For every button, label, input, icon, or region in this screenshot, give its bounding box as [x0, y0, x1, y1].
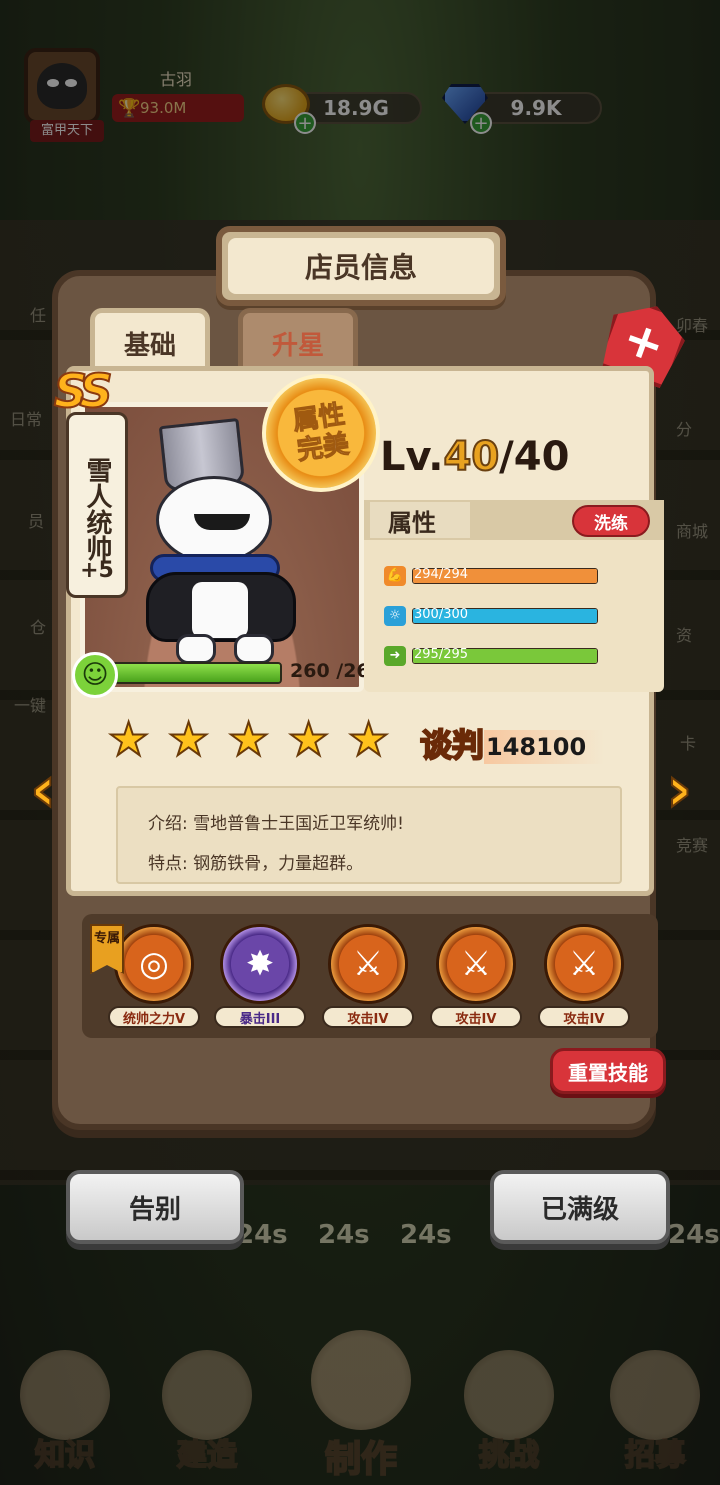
star-icon: ★	[227, 712, 270, 766]
skill-slot[interactable]: ⚔ 攻击IV	[322, 924, 414, 1028]
crossed-swords-icon	[464, 1350, 554, 1440]
level-prefix: Lv.	[380, 434, 444, 480]
star-icon: ★	[287, 712, 330, 766]
nav-knowledge[interactable]: 知识	[0, 1330, 130, 1485]
star-icon: ★	[167, 712, 210, 766]
level-max: /40	[499, 434, 570, 480]
perfect-line-2: 完美	[295, 429, 352, 467]
max-level-button[interactable]: 已满级	[490, 1170, 670, 1244]
stat-value: 294/294	[414, 567, 469, 582]
skill-label: 攻击IV	[430, 1006, 522, 1028]
attribute-title: 属性	[370, 502, 470, 538]
star-rating: ★ ★ ★ ★ ★	[107, 712, 394, 766]
stat-row-speed: ➜ 295/295	[384, 646, 600, 666]
reset-skill-button[interactable]: 重置技能	[550, 1048, 666, 1094]
star-icon: ★	[347, 712, 390, 766]
panel-title: 店员信息	[228, 238, 494, 294]
speed-icon: ➜	[384, 646, 406, 666]
bottom-nav: 知识 建造 制作 挑战 招募	[0, 1330, 720, 1485]
skill-slot[interactable]: ⚔ 攻击IV	[430, 924, 522, 1028]
skill-label: 暴击III	[214, 1006, 306, 1028]
stat-row-intellect: ☼ 300/300	[384, 606, 600, 626]
character-bonus: +5	[80, 558, 114, 583]
smiley-face-icon: ☺	[72, 652, 118, 698]
sword-fire-icon: ⚔	[328, 924, 408, 1004]
nav-label: 制作	[324, 1438, 398, 1481]
nav-craft[interactable]: 制作	[296, 1330, 426, 1485]
tab-basic[interactable]: 基础	[90, 308, 210, 374]
nav-recruit[interactable]: 招募	[590, 1330, 720, 1485]
idea-icon: ☼	[384, 606, 406, 626]
skill-slot[interactable]: ✸ 暴击III	[214, 924, 306, 1028]
next-staff-arrow[interactable]: ›	[665, 757, 710, 824]
star-icon: ★	[107, 712, 150, 766]
farewell-button[interactable]: 告别	[66, 1170, 244, 1244]
cards-icon	[610, 1350, 700, 1440]
rank-badge: SS	[53, 363, 114, 419]
mood-bar-fill	[112, 664, 280, 682]
skill-label: 统帅之力V	[108, 1006, 200, 1028]
timer-text: 24s	[400, 1220, 452, 1250]
nav-label: 挑战	[478, 1437, 540, 1474]
skill-slot[interactable]: ⚔ 攻击IV	[538, 924, 630, 1028]
level-display: Lv. 40 /40	[380, 433, 570, 481]
sword-fire-icon: ⚔	[544, 924, 624, 1004]
description-intro: 介绍: 雪地普鲁士王国近卫军统帅!	[148, 814, 404, 834]
panel-title-plate: 店员信息	[216, 226, 506, 306]
stat-value: 300/300	[414, 607, 469, 622]
command-power-icon: ◎	[114, 924, 194, 1004]
hammer-icon	[162, 1350, 252, 1440]
skill-label: 攻击IV	[538, 1006, 630, 1028]
negotiate-value: 148100	[486, 733, 587, 761]
refine-button[interactable]: 洗练	[572, 505, 650, 537]
nav-challenge[interactable]: 挑战	[444, 1330, 574, 1485]
timer-text: 24s	[318, 1220, 370, 1250]
critical-hit-icon: ✸	[220, 924, 300, 1004]
tab-star-up[interactable]: 升星	[238, 308, 358, 374]
mood-bar	[110, 662, 282, 684]
negotiate-value-bar: 148100	[484, 730, 604, 764]
timer-text: 24s	[668, 1220, 720, 1250]
sword-fire-icon: ⚔	[436, 924, 516, 1004]
nav-label: 建造	[176, 1437, 238, 1474]
stat-row-strength: 💪 294/294	[384, 566, 600, 586]
negotiate-label: 谈判	[419, 725, 485, 765]
prev-staff-arrow[interactable]: ‹	[29, 757, 74, 824]
strength-icon: 💪	[384, 566, 406, 586]
nav-label: 知识	[34, 1437, 96, 1474]
scroll-icon	[20, 1350, 110, 1440]
nav-build[interactable]: 建造	[142, 1330, 272, 1485]
skill-label: 攻击IV	[322, 1006, 414, 1028]
nav-label: 招募	[624, 1437, 686, 1474]
description-box: 介绍: 雪地普鲁士王国近卫军统帅! 特点: 钢筋铁骨，力量超群。	[116, 786, 622, 884]
stat-value: 295/295	[414, 647, 469, 662]
description-trait: 特点: 钢筋铁骨，力量超群。	[148, 854, 364, 874]
level-current: 40	[443, 433, 501, 481]
pot-icon	[311, 1330, 411, 1430]
